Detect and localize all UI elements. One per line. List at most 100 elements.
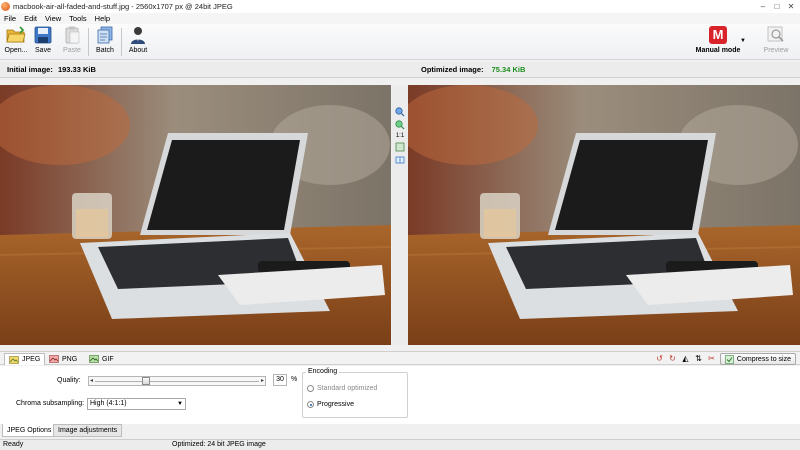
encoding-legend: Encoding: [306, 368, 340, 375]
tab-png-label: PNG: [62, 355, 78, 363]
batch-label: Batch: [96, 47, 114, 54]
initial-size: Initial image: 193.33 KiB: [7, 65, 96, 74]
open-button[interactable]: Open...: [1, 25, 31, 54]
slider-thumb[interactable]: [141, 377, 150, 385]
clipboard-icon: [65, 26, 80, 44]
quality-input[interactable]: 30: [273, 374, 287, 386]
batch-button[interactable]: Batch: [90, 25, 120, 54]
batch-documents-icon: [97, 26, 113, 44]
rotate-right-icon[interactable]: ↻: [668, 354, 677, 363]
zoom-out-icon[interactable]: [395, 120, 405, 130]
status-bar: Ready Optimized: 24 bit JPEG image: [0, 439, 800, 450]
radio-standard-optimized-label: Standard optimized: [317, 385, 378, 392]
flip-horizontal-icon[interactable]: ◭: [681, 354, 690, 363]
gif-format-icon: [89, 355, 99, 363]
png-format-icon: [49, 355, 59, 363]
format-tab-bar: JPEG PNG GIF ↺ ↻ ◭ ⇅ ✂ Compress to size: [0, 351, 800, 365]
close-button[interactable]: ✕: [784, 1, 798, 12]
tab-gif[interactable]: GIF: [85, 353, 118, 365]
quality-unit: %: [291, 376, 298, 383]
tab-jpeg-options[interactable]: JPEG Options: [2, 424, 57, 437]
radio-checked-icon: [307, 401, 314, 408]
optimized-size: Optimized image: 75.34 KiB: [421, 65, 525, 74]
optimized-image-pane[interactable]: [408, 85, 800, 345]
window-title: macbook-air-all-faded-and-stuff.jpg - 25…: [13, 2, 233, 11]
window-controls: – □ ✕: [756, 0, 798, 13]
flip-vertical-icon[interactable]: ⇅: [694, 354, 703, 363]
about-button[interactable]: About: [123, 25, 153, 54]
fit-to-window-icon[interactable]: [395, 142, 405, 152]
app-icon: [1, 2, 10, 11]
slider-left-arrow-icon[interactable]: ◂: [90, 377, 93, 385]
tab-png[interactable]: PNG: [45, 353, 81, 365]
radio-progressive[interactable]: Progressive: [307, 401, 354, 408]
tab-image-adjustments[interactable]: Image adjustments: [53, 424, 123, 437]
jpeg-format-icon: [9, 355, 19, 364]
menu-help[interactable]: Help: [91, 14, 114, 23]
quality-label: Quality:: [57, 377, 81, 384]
menu-file[interactable]: File: [0, 14, 20, 23]
manual-mode-label: Manual mode: [695, 47, 741, 54]
manual-mode-button[interactable]: M Manual mode: [695, 25, 741, 54]
floppy-disk-icon: [34, 26, 52, 44]
tab-jpeg[interactable]: JPEG: [4, 353, 46, 365]
status-optimized-info: Optimized: 24 bit JPEG image: [172, 441, 266, 448]
chroma-subsampling-select[interactable]: High (4:1:1) ▼: [87, 398, 186, 410]
laptop-photo-optimized: [408, 85, 800, 345]
title-bar: macbook-air-all-faded-and-stuff.jpg - 25…: [0, 0, 800, 13]
chroma-subsampling-value: High (4:1:1): [90, 400, 127, 407]
maximize-button[interactable]: □: [770, 1, 784, 12]
save-label: Save: [35, 47, 51, 54]
toolbar-separator: [121, 28, 122, 56]
mode-dropdown-arrow-icon[interactable]: ▼: [740, 38, 746, 44]
slider-right-arrow-icon[interactable]: ▸: [261, 377, 264, 385]
tab-gif-label: GIF: [102, 355, 114, 363]
optimized-size-label: Optimized image:: [421, 65, 484, 74]
status-ready: Ready: [3, 441, 24, 448]
image-size-row: Initial image: 193.33 KiB Optimized imag…: [0, 62, 800, 78]
menu-tools[interactable]: Tools: [65, 14, 91, 23]
save-button[interactable]: Save: [28, 25, 58, 54]
folder-open-icon: [6, 26, 26, 43]
options-tab-strip: JPEG Options Image adjustments: [0, 424, 800, 438]
open-label: Open...: [4, 47, 28, 54]
slider-track: [95, 381, 259, 382]
radio-standard-optimized[interactable]: Standard optimized: [307, 385, 377, 392]
zoom-in-icon[interactable]: [395, 107, 405, 117]
manual-mode-letter: M: [712, 27, 724, 42]
crop-icon[interactable]: ✂: [707, 354, 716, 363]
transform-tools: ↺ ↻ ◭ ⇅ ✂: [655, 354, 716, 363]
rotate-left-icon[interactable]: ↺: [655, 354, 664, 363]
about-label: About: [128, 47, 148, 54]
initial-size-label: Initial image:: [7, 65, 53, 74]
radio-icon: [307, 385, 314, 392]
zoom-toolstrip: 1:1: [392, 85, 408, 345]
menu-bar: File Edit View Tools Help: [0, 13, 800, 24]
chevron-down-icon: ▼: [177, 401, 183, 407]
menu-edit[interactable]: Edit: [20, 14, 41, 23]
laptop-photo-original: [0, 85, 391, 345]
initial-image-pane[interactable]: [0, 85, 391, 345]
toolbar-separator: [88, 28, 89, 56]
initial-size-value: 193.33 KiB: [57, 65, 96, 74]
quality-slider[interactable]: ◂ ▸: [88, 376, 266, 386]
person-icon: [131, 27, 145, 44]
encoding-group: Encoding Standard optimized Progressive: [302, 368, 408, 418]
compress-icon: [725, 354, 734, 364]
menu-view[interactable]: View: [41, 14, 65, 23]
compress-label: Compress to size: [736, 355, 791, 363]
jpeg-options-panel: Quality: ◂ ▸ 30 % Chroma subsampling: Hi…: [0, 366, 800, 424]
radio-progressive-label: Progressive: [317, 401, 354, 408]
optimized-size-value: 75.34 KiB: [491, 65, 526, 74]
paste-button[interactable]: Paste: [57, 25, 87, 54]
tab-jpeg-label: JPEG: [22, 356, 41, 363]
paste-label: Paste: [63, 47, 81, 54]
compress-to-size-button[interactable]: Compress to size: [719, 353, 796, 365]
preview-label: Preview: [763, 47, 789, 54]
zoom-actual-size[interactable]: 1:1: [396, 133, 404, 139]
compare-view-icon[interactable]: [395, 155, 405, 165]
preview-button[interactable]: Preview: [759, 25, 793, 54]
magnifier-preview-icon: [767, 26, 784, 42]
chroma-subsampling-label: Chroma subsampling:: [16, 400, 85, 407]
minimize-button[interactable]: –: [756, 1, 770, 12]
